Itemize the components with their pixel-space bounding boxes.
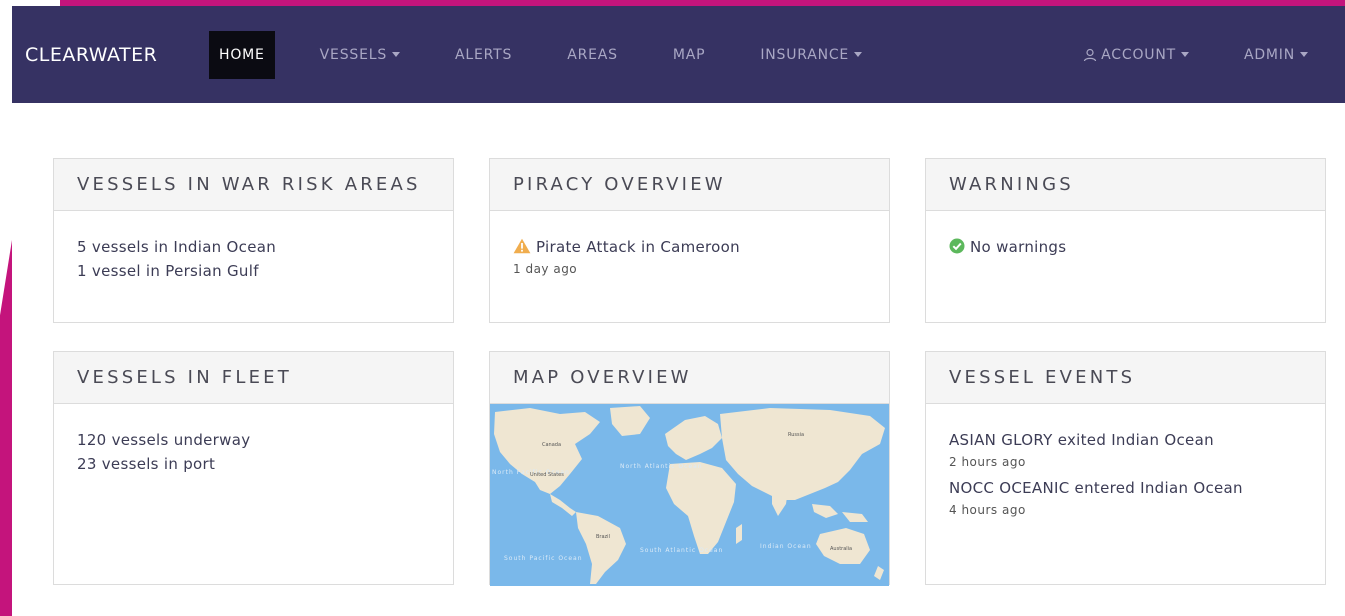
war-risk-line: 5 vessels in Indian Ocean: [77, 238, 277, 256]
nav-vessels-dropdown[interactable]: VESSELS: [310, 31, 410, 79]
card-body: 5 vessels in Indian Ocean 1 vessel in Pe…: [54, 211, 453, 307]
nav-insurance-label: INSURANCE: [760, 46, 850, 63]
ocean-label: North Atlantic Ocean: [620, 463, 703, 470]
card-warnings: WARNINGS No warnings: [925, 158, 1326, 323]
card-piracy: PIRACY OVERVIEW Pirate Attack in Cameroo…: [489, 158, 890, 323]
piracy-event[interactable]: Pirate Attack in Cameroon: [513, 235, 866, 259]
card-title: VESSEL EVENTS: [926, 352, 1325, 404]
warnings-status-label: No warnings: [970, 238, 1067, 256]
card-vessel-events: VESSEL EVENTS ASIAN GLORY exited Indian …: [925, 351, 1326, 585]
world-map-image: North Pacific Ocean North Atlantic Ocean…: [490, 404, 889, 586]
nav-admin-label: ADMIN: [1243, 46, 1295, 63]
nav-right-group: ACCOUNT ADMIN: [1038, 31, 1345, 79]
vessel-event-item[interactable]: ASIAN GLORY exited Indian Ocean: [949, 428, 1302, 452]
nav-vessels-label: VESSELS: [319, 46, 388, 63]
card-title: VESSELS IN FLEET: [54, 352, 453, 404]
nav-alerts[interactable]: ALERTS: [445, 31, 522, 79]
nav-home[interactable]: HOME: [209, 30, 275, 79]
nav-account-label: ACCOUNT: [1101, 46, 1176, 63]
card-title: PIRACY OVERVIEW: [490, 159, 889, 211]
caret-down-icon: [1300, 52, 1308, 57]
caret-down-icon: [854, 52, 863, 57]
brand-logo[interactable]: CLEARWATER: [25, 44, 209, 66]
nav-home-label: HOME: [219, 46, 265, 63]
nav-account-dropdown[interactable]: ACCOUNT: [1073, 31, 1199, 79]
card-fleet: VESSELS IN FLEET 120 vessels underway 23…: [53, 351, 454, 585]
check-circle-icon: [949, 238, 965, 254]
nav-areas[interactable]: AREAS: [557, 31, 628, 79]
war-risk-line: 1 vessel in Persian Gulf: [77, 262, 259, 280]
card-title: WARNINGS: [926, 159, 1325, 211]
card-body: No warnings: [926, 211, 1325, 283]
nav-admin-dropdown[interactable]: ADMIN: [1234, 31, 1318, 79]
piracy-event-time: 1 day ago: [513, 262, 578, 276]
card-title: MAP OVERVIEW: [490, 352, 889, 404]
vessel-event-time: 4 hours ago: [949, 503, 1026, 517]
warning-triangle-icon: [513, 238, 531, 254]
nav-insurance-dropdown[interactable]: INSURANCE: [750, 31, 872, 79]
card-body: ASIAN GLORY exited Indian Ocean 2 hours …: [926, 404, 1325, 548]
world-map[interactable]: North Pacific Ocean North Atlantic Ocean…: [490, 404, 889, 586]
ocean-label: Indian Ocean: [760, 543, 812, 550]
vessel-event-time: 2 hours ago: [949, 455, 1026, 469]
card-map-overview: MAP OVERVIEW North Pacific Ocean North A…: [489, 351, 890, 586]
nav-map-label: MAP: [672, 46, 706, 63]
ocean-label: South Atlantic Ocean: [640, 547, 723, 554]
caret-down-icon: [392, 52, 401, 57]
fleet-line: 120 vessels underway: [77, 431, 251, 449]
card-title: VESSELS IN WAR RISK AREAS: [54, 159, 453, 211]
card-body: Pirate Attack in Cameroon 1 day ago: [490, 211, 889, 307]
nav-areas-label: AREAS: [567, 46, 618, 63]
country-label: Brazil: [596, 534, 610, 540]
ocean-label: South Pacific Ocean: [504, 555, 583, 562]
warnings-status: No warnings: [949, 235, 1302, 259]
decorative-left-band: [0, 240, 12, 616]
country-label: United States: [530, 472, 564, 478]
country-label: Canada: [542, 442, 561, 448]
nav-alerts-label: ALERTS: [455, 46, 513, 63]
fleet-line: 23 vessels in port: [77, 455, 216, 473]
user-icon: [1083, 48, 1097, 62]
country-label: Russia: [788, 432, 804, 438]
top-navbar: CLEARWATER HOME VESSELS ALERTS AREAS MAP…: [12, 6, 1345, 103]
card-war-risk: VESSELS IN WAR RISK AREAS 5 vessels in I…: [53, 158, 454, 323]
card-body: 120 vessels underway 23 vessels in port: [54, 404, 453, 500]
caret-down-icon: [1180, 52, 1189, 57]
vessel-event-item[interactable]: NOCC OCEANIC entered Indian Ocean: [949, 476, 1302, 500]
nav-map[interactable]: MAP: [663, 31, 716, 79]
country-label: Australia: [830, 546, 852, 552]
piracy-event-label: Pirate Attack in Cameroon: [536, 238, 740, 256]
